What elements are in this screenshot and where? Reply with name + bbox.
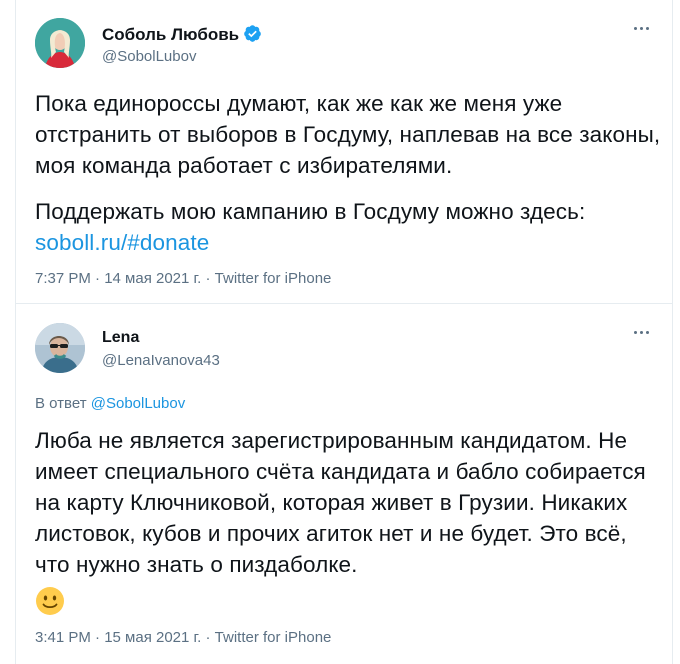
tweet-text: Люба не является зарегистрированным канд… [35, 428, 646, 577]
author-name[interactable]: Lena [102, 329, 139, 347]
tweet-text-block: Люба не является зарегистрированным канд… [35, 425, 665, 624]
more-options-icon[interactable] [629, 20, 653, 36]
avatar-sobol[interactable] [35, 18, 85, 68]
tweet-text: Пока единороссы думают, как же как же ме… [35, 91, 661, 178]
tweet-meta[interactable]: 3:41 PM · 15 мая 2021 г. · Twitter for i… [35, 629, 331, 646]
tweet-original[interactable]: Соболь Любовь @SobolLubov Пока единоросс… [16, 0, 672, 304]
tweet-thread: Соболь Любовь @SobolLubov Пока единоросс… [15, 0, 673, 664]
tweet-reply[interactable]: Lena @LenaIvanova43 В ответ @SobolLubov … [16, 304, 672, 664]
donate-prefix: Поддержать мою кампанию в Госдуму можно … [35, 199, 586, 224]
slightly-smiling-face-icon [35, 586, 665, 624]
reply-context: В ответ @SobolLubov [35, 395, 185, 412]
reply-handle-link[interactable]: @SobolLubov [91, 395, 185, 412]
tweet-text-donate: Поддержать мою кампанию в Госдуму можно … [35, 196, 665, 258]
avatar-lena[interactable] [35, 323, 85, 373]
author-name-text[interactable]: Соболь Любовь [102, 25, 239, 44]
tweet-meta[interactable]: 7:37 PM · 14 мая 2021 г. · Twitter for i… [35, 270, 331, 287]
reply-prefix: В ответ [35, 395, 87, 412]
author-name[interactable]: Соболь Любовь [102, 24, 262, 48]
author-handle[interactable]: @SobolLubov [102, 48, 196, 65]
donate-link[interactable]: soboll.ru/#donate [35, 230, 209, 255]
more-options-icon[interactable] [629, 324, 653, 340]
verified-badge-icon [243, 24, 262, 48]
author-handle[interactable]: @LenaIvanova43 [102, 352, 220, 369]
